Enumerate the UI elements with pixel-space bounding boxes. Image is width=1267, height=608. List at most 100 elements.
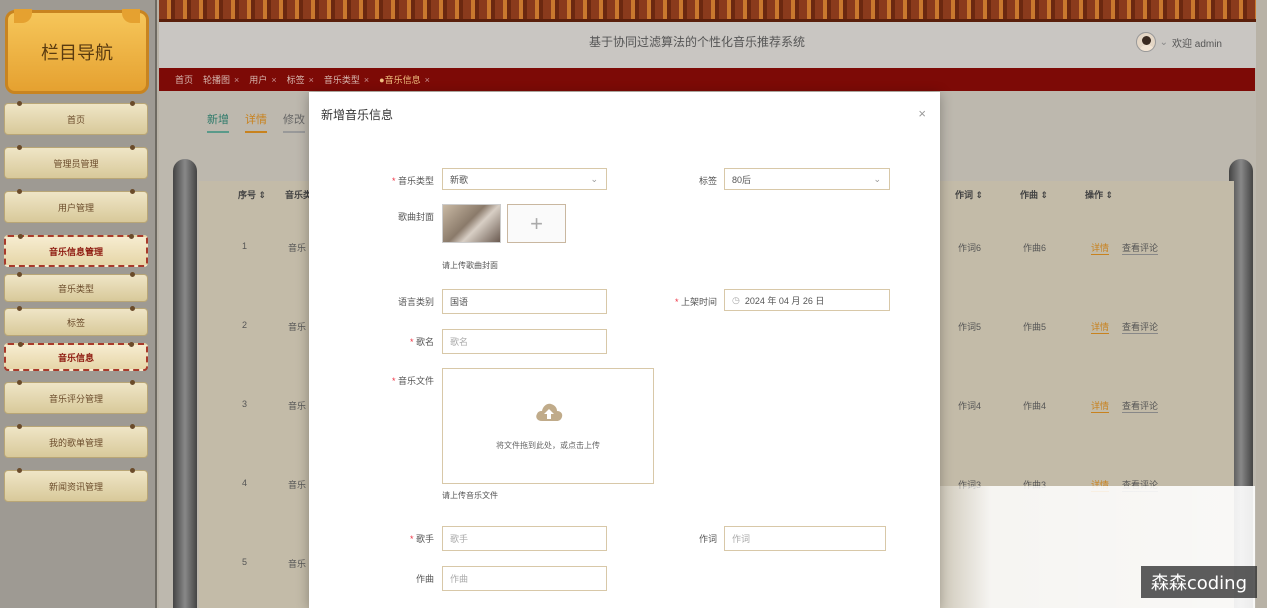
sidebar-item[interactable]: 新闻资讯管理 [4, 468, 148, 502]
chevron-down-icon: ⌄ [873, 174, 881, 184]
edit-button[interactable]: 修改 [283, 111, 305, 133]
sidebar: 栏目导航 首页管理员管理用户管理音乐信息管理 音乐类型标签音乐信息音乐评分管理 我的… [0, 0, 157, 608]
left-pillar-decoration [173, 159, 197, 608]
sidebar-item-label: 音乐评分管理 [48, 393, 103, 404]
music-type-label: 音乐类型 [344, 174, 434, 187]
composer-input[interactable]: 作曲 [442, 566, 607, 591]
music-type-value: 新歌 [450, 174, 469, 185]
sidebar-item[interactable]: 音乐信息 [4, 342, 148, 371]
tab-label: 首页 [175, 75, 194, 85]
row-type: 音乐 [288, 480, 307, 490]
tag-select[interactable]: 80后 ⌄ [724, 168, 890, 190]
row-type: 音乐 [288, 322, 307, 332]
column-header-composer[interactable]: 作曲 ⇕ [1020, 188, 1048, 201]
pin-decoration [130, 272, 135, 277]
lyricist-placeholder: 作词 [732, 534, 751, 544]
music-file-hint: 请上传音乐文件 [442, 491, 498, 500]
row-index: 4 [242, 478, 248, 488]
row-lyricist: 作词6 [958, 243, 982, 253]
row-type: 音乐 [288, 243, 307, 253]
tab[interactable]: 首页 [175, 73, 193, 86]
chevron-down-icon[interactable]: ⌄ [1160, 37, 1168, 48]
tab-label: 轮播图 [203, 75, 231, 85]
singer-placeholder: 歌手 [450, 534, 469, 544]
add-button[interactable]: 新增 [207, 111, 229, 133]
sidebar-title: 栏目导航 [5, 9, 149, 94]
detail-button[interactable]: 详情 [245, 111, 267, 133]
tab-bar: 首页 轮播图 × 用户 × 标签 × 音乐类型 × ●音乐信息 × [159, 68, 1255, 91]
tab[interactable]: 音乐类型 × [324, 73, 369, 86]
sidebar-item[interactable]: 我的歌单管理 [4, 424, 148, 458]
pin-decoration [17, 101, 22, 106]
pin-decoration [130, 145, 135, 150]
welcome-text: 欢迎 admin [1171, 38, 1222, 50]
avatar[interactable] [1135, 32, 1156, 52]
sidebar-item-label: 我的歌单管理 [48, 437, 103, 448]
row-comment-button[interactable]: 查看评论 [1122, 241, 1159, 255]
cover-upload-button[interactable]: + [507, 204, 566, 243]
release-date-picker[interactable]: ◷ 2024 年 04 月 26 日 [724, 289, 890, 311]
row-composer: 作曲5 [1023, 322, 1047, 332]
tag-label: 标签 [698, 176, 717, 186]
music-file-dropzone[interactable]: 将文件拖到此处，或点击上传 [442, 368, 654, 484]
row-index: 3 [242, 399, 248, 409]
music-type-select[interactable]: 新歌 ⌄ [442, 168, 607, 190]
sidebar-item-label: 首页 [66, 114, 85, 125]
language-input[interactable]: 国语 [442, 289, 607, 314]
song-name-input[interactable]: 歌名 [442, 329, 607, 354]
clock-icon: ◷ [732, 294, 740, 305]
tab[interactable]: 用户 × [249, 73, 276, 86]
sidebar-item[interactable]: 音乐类型 [4, 272, 148, 302]
composer-placeholder: 作曲 [450, 574, 469, 584]
singer-input[interactable]: 歌手 [442, 526, 607, 551]
sidebar-item[interactable]: 用户管理 [4, 189, 148, 223]
sidebar-item-label: 新闻资讯管理 [48, 481, 103, 492]
pin-decoration [130, 101, 135, 106]
row-composer: 作曲6 [1023, 243, 1047, 253]
column-header-ops: 操作 ⇕ [1085, 190, 1114, 200]
lyricist-label: 作词 [698, 534, 717, 544]
close-icon[interactable]: × [309, 75, 314, 85]
close-icon[interactable]: × [364, 75, 369, 85]
tab[interactable]: 标签 × [287, 73, 314, 86]
close-icon[interactable]: × [234, 75, 239, 85]
sidebar-item-label: 音乐信息 [57, 352, 94, 363]
row-detail-button[interactable]: 详情 [1091, 399, 1110, 413]
pin-decoration [17, 306, 22, 311]
tag-value: 80后 [732, 174, 752, 185]
lyricist-input[interactable]: 作词 [724, 526, 886, 551]
sidebar-item[interactable]: 音乐信息管理 [4, 234, 148, 267]
close-icon[interactable]: × [425, 75, 430, 85]
pin-decoration [17, 468, 22, 473]
row-comment-button[interactable]: 查看评论 [1122, 320, 1159, 334]
pin-decoration [17, 424, 22, 429]
column-header-index[interactable]: 序号 ⇕ [238, 188, 266, 201]
user-menu[interactable]: ⌄ 欢迎 admin [1135, 32, 1222, 52]
pin-decoration [130, 306, 135, 311]
cover-thumbnail[interactable] [442, 204, 501, 243]
close-icon[interactable]: × [918, 106, 926, 121]
sidebar-item[interactable]: 管理员管理 [4, 145, 148, 179]
dialog-title: 新增音乐信息 [321, 108, 394, 122]
tab[interactable]: 轮播图 × [203, 73, 239, 86]
music-file-label: 音乐文件 [344, 374, 434, 387]
sidebar-item[interactable]: 音乐评分管理 [4, 380, 148, 414]
sidebar-item[interactable]: 标签 [4, 306, 148, 336]
pin-decoration [17, 189, 22, 194]
pin-decoration [17, 145, 22, 150]
singer-label: 歌手 [344, 532, 434, 545]
row-detail-button[interactable]: 详情 [1091, 320, 1110, 334]
sidebar-item[interactable]: 首页 [4, 101, 148, 135]
language-value: 国语 [450, 297, 469, 307]
tab[interactable]: ●音乐信息 × [379, 73, 430, 86]
close-icon[interactable]: × [271, 75, 276, 85]
release-label: 上架时间 [627, 295, 717, 308]
upload-cloud-icon [536, 403, 563, 421]
row-comment-button[interactable]: 查看评论 [1122, 399, 1159, 413]
row-detail-button[interactable]: 详情 [1091, 241, 1110, 255]
language-label: 语言类别 [397, 297, 434, 307]
chevron-down-icon: ⌄ [590, 174, 598, 184]
column-header-lyricist[interactable]: 作词 ⇕ [955, 188, 983, 201]
tab-label: 用户 [249, 75, 268, 85]
column-header-type[interactable]: 音乐类 [285, 188, 312, 201]
